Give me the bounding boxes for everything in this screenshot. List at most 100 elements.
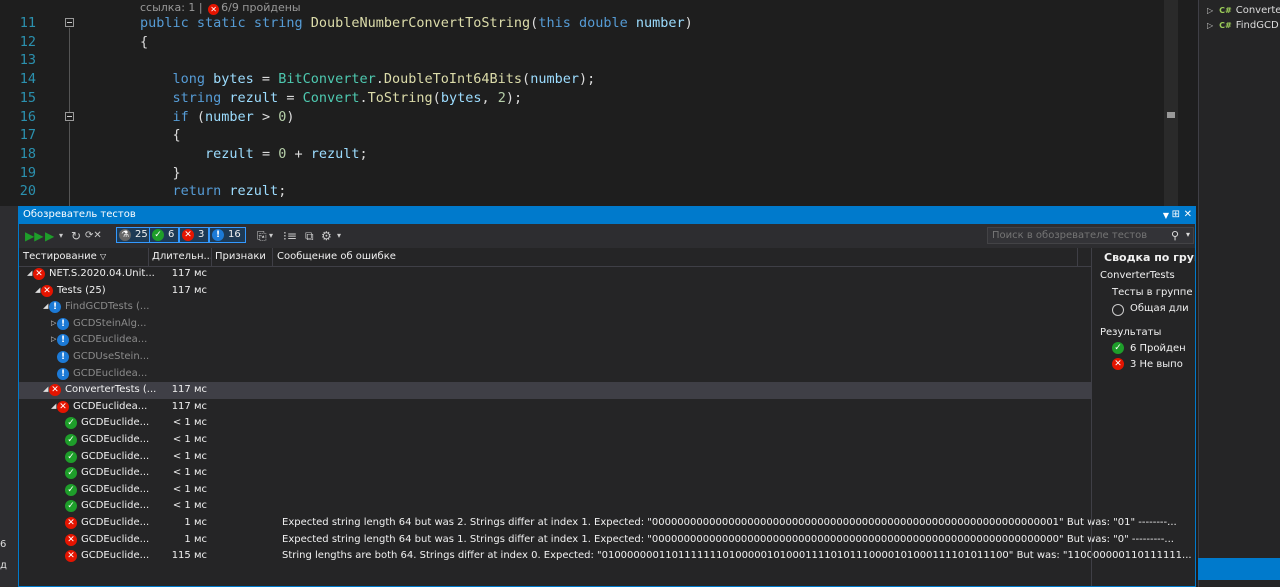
group-by-icon[interactable]: ⁝≡ — [283, 228, 297, 244]
code-token: if — [172, 108, 197, 125]
test-tree-row[interactable]: ▷! GCDEuclidea... — [19, 332, 1091, 349]
test-duration: 117 мс — [171, 400, 207, 412]
summary-passed[interactable]: 6 Пройден — [1130, 343, 1186, 354]
test-tree-row[interactable]: ◢ ✕ NET.S.2020.04.Unit... 117 мс — [19, 266, 1091, 283]
grid-scrollbar[interactable] — [1077, 248, 1092, 266]
solution-item-converter[interactable]: ▷ C# Converte — [1207, 5, 1280, 16]
test-search-box[interactable]: ⚲ ▾ — [987, 227, 1194, 244]
code-line[interactable]: rezult = 0 + rezult; — [140, 146, 368, 162]
filter-failed-badge[interactable]: ✕ 3 — [179, 227, 210, 243]
code-line[interactable]: return rezult; — [140, 183, 287, 200]
passed-icon: ✓ — [152, 229, 164, 241]
playlist-dropdown-icon[interactable]: ▾ — [269, 228, 273, 244]
run-icon[interactable]: ▶ — [45, 228, 54, 244]
code-token: long — [172, 71, 214, 88]
code-token: bytes — [213, 71, 254, 88]
column-header-duration[interactable]: Длительн... — [152, 251, 213, 262]
search-options-dropdown-icon[interactable]: ▾ — [1186, 230, 1190, 239]
code-line[interactable]: public static string DoubleNumberConvert… — [140, 15, 693, 31]
repeat-run-icon[interactable]: ↻ — [71, 228, 81, 244]
collapse-if-icon[interactable] — [65, 112, 74, 121]
copy-icon[interactable]: ⧉ — [305, 228, 314, 244]
settings-gear-icon[interactable]: ⚙ — [321, 228, 332, 244]
test-tree-row[interactable]: ✓ GCDEuclide... < 1 мс — [19, 498, 1091, 515]
test-tree-row[interactable]: ✓ GCDEuclide... < 1 мс — [19, 482, 1091, 499]
editor-vertical-scrollbar[interactable] — [1164, 0, 1178, 206]
test-tree-row[interactable]: ! GCDUseStein... — [19, 349, 1091, 366]
codelens[interactable]: ссылка: 1 | ✕ 6/9 пройдены — [140, 1, 301, 15]
test-tree-row[interactable]: ◢ ✕ ConverterTests (... 117 мс — [19, 382, 1091, 399]
codelens-references[interactable]: ссылка: 1 — [140, 1, 195, 14]
expander-icon[interactable]: ◢ — [51, 402, 56, 410]
test-name: GCDEuclide... — [81, 550, 150, 562]
summary-failed[interactable]: 3 Не выпо — [1130, 359, 1183, 370]
passed-icon: ✓ — [65, 434, 77, 446]
filter-passed-badge[interactable]: ✓ 6 — [149, 227, 180, 243]
not-run-icon: ! — [57, 334, 69, 347]
test-tree-row[interactable]: ◢ ✕ Tests (25) 117 мс — [19, 283, 1091, 300]
code-token: rezult — [229, 89, 279, 106]
expander-icon[interactable]: ▷ — [51, 335, 56, 343]
expand-icon[interactable]: ▷ — [1207, 6, 1213, 15]
solution-item-label: Converte — [1235, 5, 1280, 16]
test-explorer-titlebar[interactable]: Обозреватель тестов ▼ ⊞ ✕ — [19, 207, 1195, 224]
column-header-error-message[interactable]: Сообщение об ошибке — [277, 251, 396, 262]
test-search-input[interactable] — [988, 228, 1171, 243]
line-number: 11 — [19, 15, 36, 31]
code-line[interactable]: } — [140, 165, 181, 181]
test-tree-row[interactable]: ▷! GCDSteinAlg... — [19, 316, 1091, 333]
codelens-tests[interactable]: 6/9 пройдены — [221, 1, 301, 14]
test-tree-row[interactable]: ◢! FindGCDTests (... — [19, 299, 1091, 316]
test-tree-row[interactable]: ✕ GCDEuclide... 115 мс String lengths are b… — [19, 548, 1192, 565]
close-icon[interactable]: ✕ — [1184, 209, 1192, 220]
code-token: ( — [196, 108, 206, 125]
expander-icon[interactable]: ◢ — [35, 286, 40, 294]
solution-item-findgcd[interactable]: ▷ C# FindGCD — [1207, 20, 1279, 31]
test-tree-row[interactable]: ✓ GCDEuclide... < 1 мс — [19, 432, 1091, 449]
test-tree-row[interactable]: ◢ ✕ GCDEuclidea... 117 мс — [19, 399, 1091, 416]
code-token: rezult — [229, 183, 279, 200]
run-all-icon[interactable]: ▶▶ — [25, 228, 43, 244]
playlist-icon[interactable]: ⎘ — [257, 228, 267, 244]
test-tree-row[interactable]: ✓ GCDEuclide... < 1 мс — [19, 449, 1091, 466]
code-line[interactable]: if (number > 0) — [140, 109, 295, 125]
test-tree-row[interactable]: ✓ GCDEuclide... < 1 мс — [19, 415, 1091, 432]
code-line[interactable]: { — [140, 127, 181, 143]
column-header-tests[interactable]: Тестирование ▽ — [23, 251, 106, 262]
test-tree-row[interactable]: ✕ GCDEuclide... 1 мс Expected string length… — [19, 532, 1174, 549]
filter-all-badge[interactable]: ⚗ 25 — [116, 227, 153, 243]
code-line[interactable]: { — [140, 34, 148, 50]
test-name: GCDEuclide... — [81, 450, 150, 462]
expander-icon[interactable]: ▷ — [51, 319, 56, 327]
test-name: ConverterTests (... — [65, 384, 157, 396]
collapse-method-icon[interactable] — [65, 18, 74, 27]
filter-not-run-badge[interactable]: ! 16 — [209, 227, 246, 243]
expand-icon[interactable]: ▷ — [1207, 21, 1213, 30]
pin-icon[interactable]: ⊞ — [1172, 209, 1180, 220]
filter-icon[interactable]: ▽ — [100, 252, 106, 261]
line-number: 12 — [19, 33, 36, 50]
fail-icon: ✕ — [208, 4, 220, 15]
settings-dropdown-icon[interactable]: ▾ — [337, 228, 341, 244]
test-tree-row[interactable]: ! GCDEuclidea... — [19, 366, 1091, 383]
test-tree-row[interactable]: ✕ GCDEuclide... 1 мс Expected string length… — [19, 515, 1177, 532]
expander-icon[interactable]: ◢ — [43, 385, 48, 393]
expander-icon[interactable]: ◢ — [27, 269, 32, 277]
passed-count: 6 — [168, 229, 175, 240]
search-icon[interactable]: ⚲ — [1171, 229, 1179, 242]
run-failed-icon[interactable]: ⟳✕ — [85, 228, 102, 244]
line-number: 14 — [19, 71, 36, 88]
window-position-dropdown-icon[interactable]: ▼ — [1163, 211, 1169, 220]
summary-title: Сводка по группе — [1104, 251, 1195, 264]
code-editor[interactable]: ссылка: 1 | ✕ 6/9 пройдены 11 12 13 14 15 16 17… — [0, 0, 1178, 206]
column-header-traits[interactable]: Признаки — [215, 251, 266, 262]
code-token: { — [140, 127, 181, 144]
code-line[interactable]: string rezult = Convert.ToString(bytes, … — [140, 89, 523, 106]
run-dropdown-icon[interactable]: ▾ — [59, 228, 63, 244]
expander-icon[interactable]: ◢ — [43, 302, 48, 310]
test-tree-row[interactable]: ✓ GCDEuclide... < 1 мс — [19, 465, 1091, 482]
test-name: GCDEuclide... — [81, 467, 150, 479]
test-duration: < 1 мс — [172, 450, 207, 462]
code-line[interactable]: long bytes = BitConverter.DoubleToInt64B… — [140, 71, 596, 88]
